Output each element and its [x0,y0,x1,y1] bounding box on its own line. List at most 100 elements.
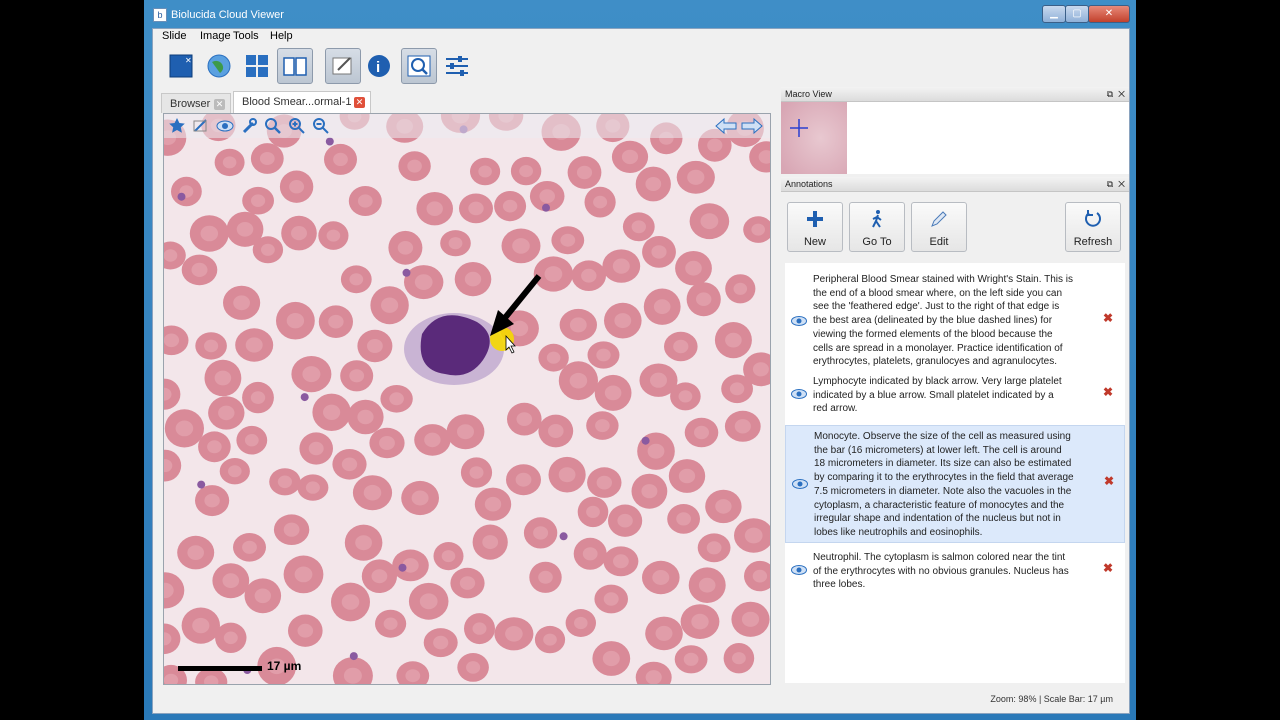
annotation-text-line: of the erythrocytes with no obvious gran… [813,565,1069,577]
close-icon[interactable]: ✕ [1118,89,1125,99]
draw-icon[interactable] [192,117,210,135]
cell-pallor [242,540,257,554]
cell-pallor [343,667,362,684]
cell-pallor [164,333,180,348]
close-window-button[interactable]: ✕ [1088,5,1130,23]
cell-pallor [349,369,365,383]
menu-slide[interactable]: Slide [162,30,186,42]
close-icon[interactable]: ✕ [354,97,365,108]
cell-pallor [228,465,242,478]
delete-annotation-icon[interactable]: ✖ [1103,385,1113,400]
book-button[interactable] [277,48,313,84]
cell-pallor [548,424,564,438]
macro-view[interactable] [781,102,1129,174]
cell-pallor [603,592,619,606]
measure-icon[interactable] [240,117,258,135]
new-label: New [803,236,826,248]
cell-pallor [505,626,523,642]
goto-annotation-button[interactable]: Go To [849,202,905,252]
tab-blood-smear[interactable]: Blood Smear...ormal-1 ✕ [233,91,371,113]
eye-icon[interactable] [216,117,234,135]
zoom-icon[interactable] [264,117,282,135]
annotation-item[interactable]: Peripheral Blood Smear stained with Wrig… [785,269,1123,367]
close-icon[interactable]: ✕ [214,99,225,110]
delete-annotation-icon[interactable]: ✖ [1103,561,1113,576]
annotation-item[interactable]: Lymphocyte indicated by black arrow. Ver… [785,373,1123,417]
annotation-item[interactable]: Neutrophil. The cytoplasm is salmon colo… [785,549,1123,593]
cell-pallor [363,484,382,501]
refresh-button[interactable]: Refresh [1065,202,1121,252]
globe-button[interactable] [201,48,237,84]
plus-icon [807,211,823,227]
eye-icon[interactable] [791,564,807,576]
info-icon: i [368,55,390,77]
close-slide-icon: ✕ [169,54,193,78]
cell-pallor [308,441,324,456]
annotation-text-line: erythrocytes, platelets, granulocyes and… [813,356,1058,368]
annotation-text-line: see the 'feathered edge'. Just to the ri… [813,301,1060,313]
slide-viewer[interactable]: 17 µm [163,113,771,685]
cell-pallor [602,650,620,667]
cell-pallor [678,390,693,403]
close-slide-button[interactable]: ✕ [163,48,199,84]
cell-pallor [289,180,305,194]
title-bar[interactable]: b Biolucida Cloud Viewer ▁ ▢ ✕ [144,0,1136,28]
tiles-button[interactable] [239,48,275,84]
menu-help[interactable]: Help [270,30,293,42]
annotation-text-line: cytoplasm, a characteristic feature of m… [814,499,1065,511]
annotation-list: Peripheral Blood Smear stained with Wrig… [785,263,1125,683]
edit-annotation-button[interactable]: Edit [911,202,967,252]
cell-pallor [286,313,305,329]
cell-pallor [685,260,702,276]
delete-annotation-icon[interactable]: ✖ [1103,311,1113,326]
macro-thumbnail[interactable] [781,102,851,174]
cell-pallor [333,152,348,166]
cell-pallor [621,149,639,165]
arrow-left-icon[interactable] [714,117,738,135]
side-panel: Macro View ⧉ ✕ Annotations ⧉ ✕ New Go To… [781,87,1129,687]
annotate-button[interactable] [325,48,361,84]
zoom-window-button[interactable] [401,48,437,84]
cell-pallor [349,273,364,286]
minimize-button[interactable]: ▁ [1042,5,1066,23]
cell-pallor [576,165,593,180]
float-icon[interactable]: ⧉ [1107,179,1113,189]
cell-pallor [510,320,529,337]
cell-pallor [233,295,250,311]
star-icon[interactable] [168,117,186,135]
cell-pallor [464,271,482,287]
cell-pallor [192,617,210,634]
tab-browser[interactable]: Browser ✕ [161,93,231,113]
eye-icon[interactable] [791,315,807,327]
cell-pallor [291,226,307,241]
cell-pallor [752,569,768,583]
zoom-out-icon[interactable] [312,117,330,135]
cell-pallor [426,201,443,216]
eye-icon[interactable] [792,478,808,490]
cell-pallor [357,409,374,425]
cell-pallor [752,362,769,377]
client-area: Slide Image Tools Help ✕ i Browser ✕ Blo… [152,28,1130,714]
annotation-text-line: Monocyte. Observe the size of the cell a… [814,431,1071,442]
annotations-header: Annotations ⧉ ✕ [781,177,1129,192]
eye-icon[interactable] [791,388,807,400]
menu-image[interactable]: Image [200,30,231,42]
delete-annotation-icon[interactable]: ✖ [1104,474,1114,489]
cell-pallor [326,229,341,242]
annotations-title: Annotations [785,179,833,189]
cell-pallor [222,573,240,589]
cell-pallor [414,274,433,290]
maximize-button[interactable]: ▢ [1065,5,1089,23]
zoom-in-icon[interactable] [288,117,306,135]
arrow-right-icon[interactable] [740,117,764,135]
slide-image[interactable] [164,114,770,684]
refresh-icon [1085,210,1101,227]
float-icon[interactable]: ⧉ [1107,89,1113,99]
info-button[interactable]: i [361,48,397,84]
menu-tools[interactable]: Tools [233,30,259,42]
cell-pallor [328,314,344,329]
new-annotation-button[interactable]: New [787,202,843,252]
settings-button[interactable] [439,48,475,84]
annotation-item-selected[interactable]: Monocyte. Observe the size of the cell a… [785,425,1125,543]
close-icon[interactable]: ✕ [1118,179,1125,189]
